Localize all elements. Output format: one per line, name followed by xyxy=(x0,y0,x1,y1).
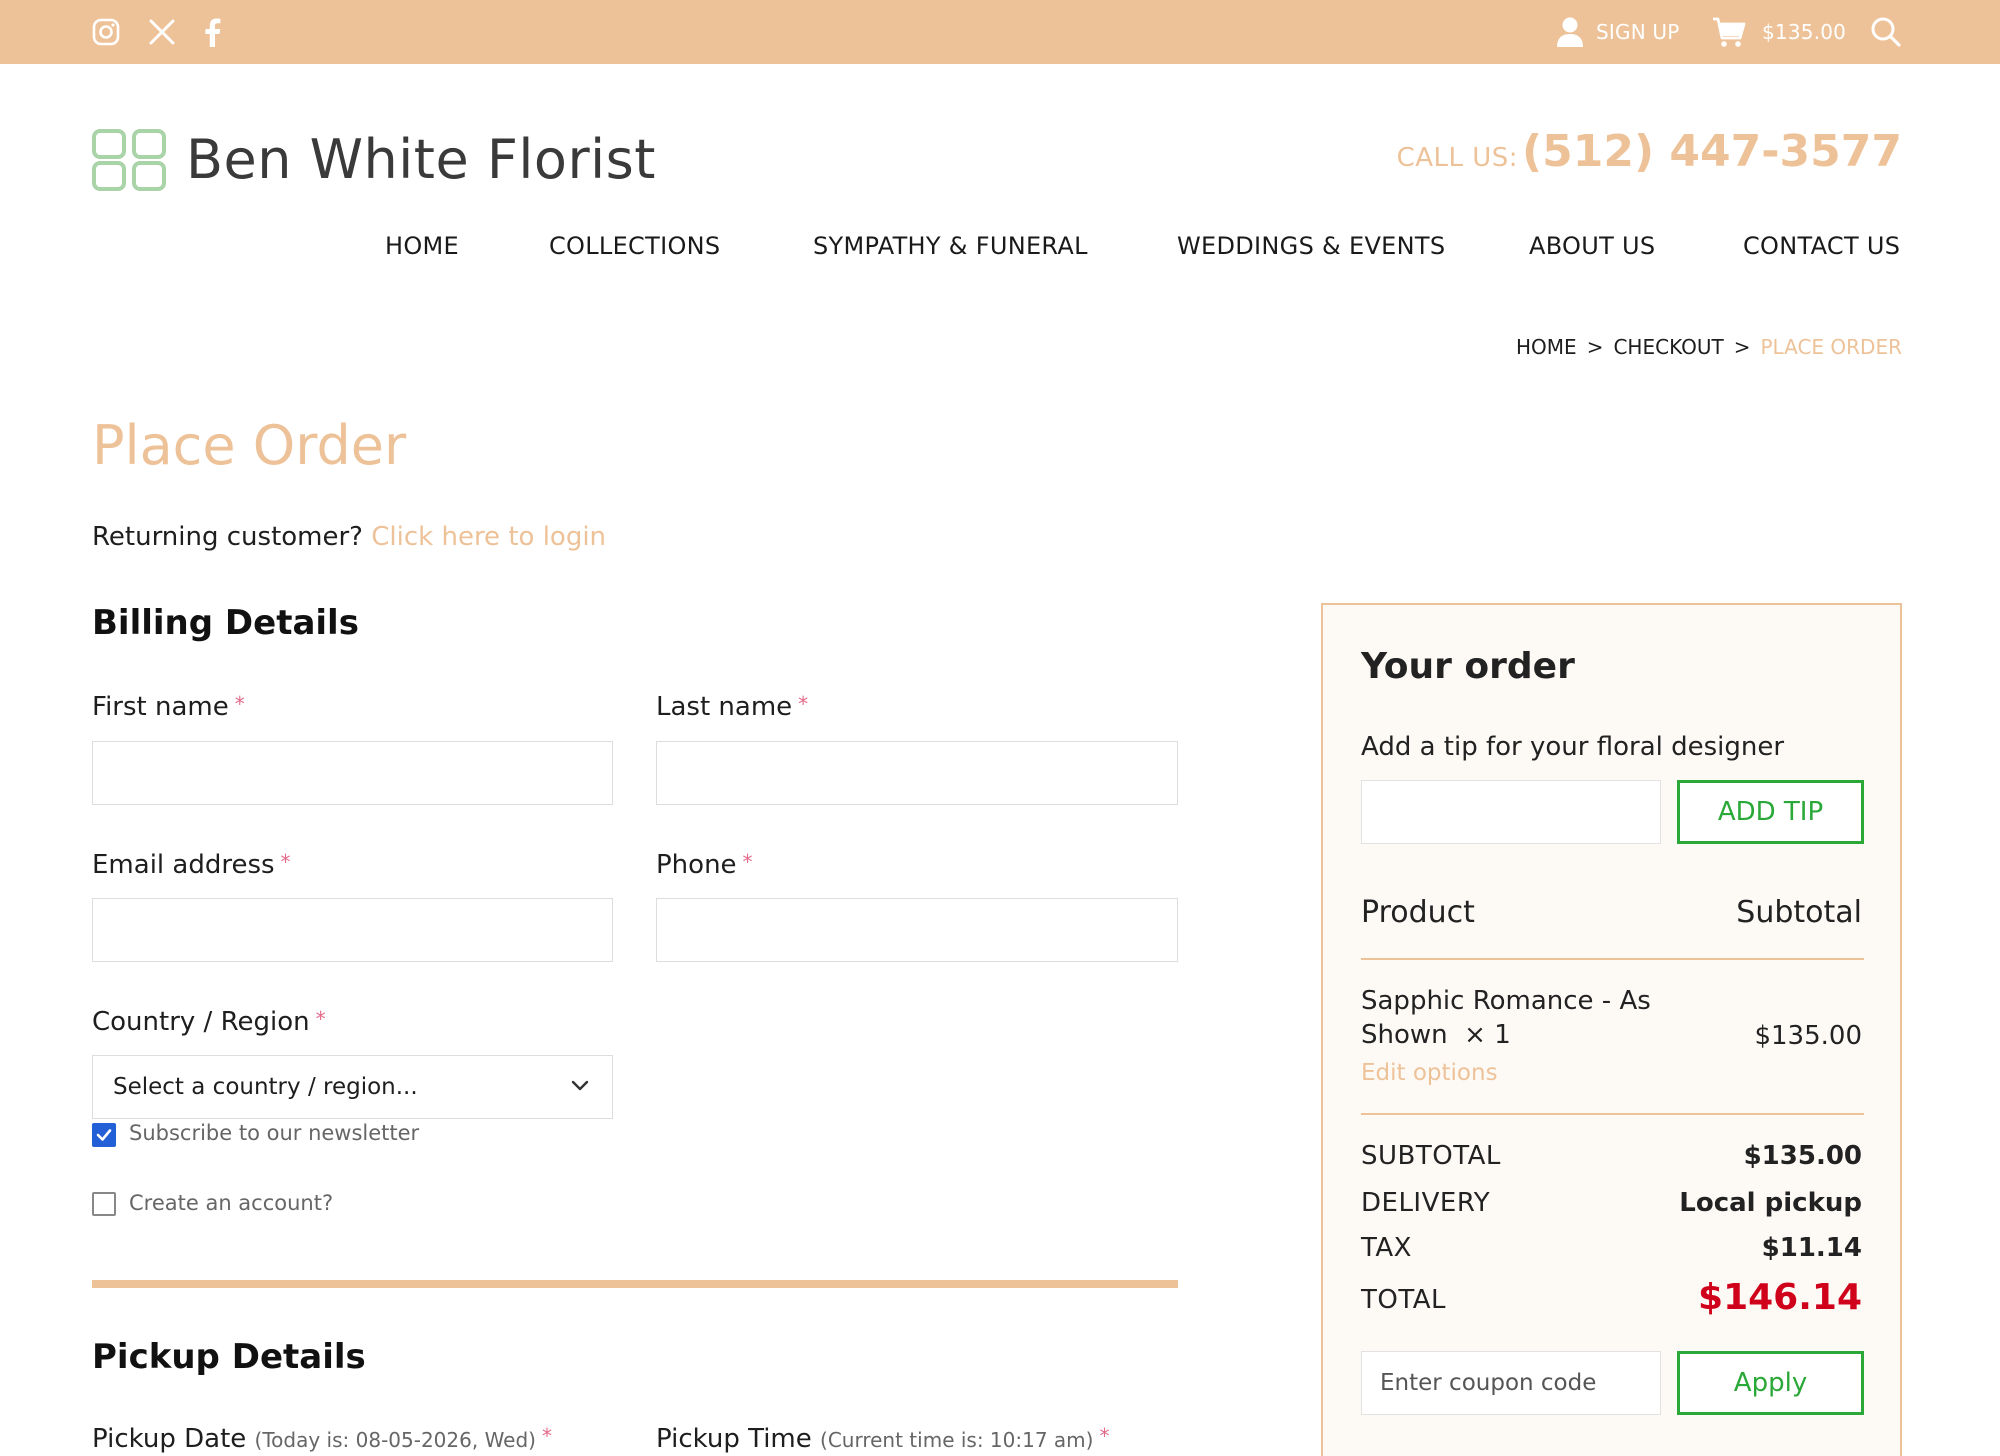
page-title: Place Order xyxy=(92,414,407,477)
tip-label: Add a tip for your floral designer xyxy=(1361,732,1785,762)
required-mark: * xyxy=(541,1424,552,1448)
pickup-date-label: Pickup Date (Today is: 08-05-2026, Wed) * xyxy=(92,1424,552,1454)
pickup-time-label-text: Pickup Time xyxy=(656,1424,812,1454)
nav-about-us[interactable]: ABOUT US xyxy=(1529,232,1655,260)
subtotal-column-header: Subtotal xyxy=(1736,895,1862,930)
sign-up-label: SIGN UP xyxy=(1596,20,1680,44)
pickup-time-label: Pickup Time (Current time is: 10:17 am) * xyxy=(656,1424,1109,1454)
required-mark: * xyxy=(280,850,291,874)
product-column-header: Product xyxy=(1361,895,1475,930)
email-input[interactable] xyxy=(92,898,613,962)
pickup-date-hint: (Today is: 08-05-2026, Wed) xyxy=(254,1428,536,1452)
breadcrumb-checkout[interactable]: CHECKOUT xyxy=(1613,335,1723,359)
required-mark: * xyxy=(742,850,753,874)
tax-value: $11.14 xyxy=(1761,1233,1862,1263)
pickup-time-hint: (Current time is: 10:17 am) xyxy=(820,1428,1094,1452)
required-mark: * xyxy=(1099,1424,1110,1448)
login-link[interactable]: Click here to login xyxy=(371,522,606,552)
chevron-down-icon xyxy=(570,1078,590,1097)
newsletter-checkbox[interactable] xyxy=(92,1123,116,1147)
tip-input[interactable] xyxy=(1361,780,1661,844)
top-bar: SIGN UP $135.00 xyxy=(0,0,2000,64)
call-us: CALL US:(512) 447-3577 xyxy=(1397,126,1902,177)
check-icon xyxy=(96,1129,112,1141)
phone-label: Phone * xyxy=(656,850,753,880)
create-account-label[interactable]: Create an account? xyxy=(129,1191,333,1215)
breadcrumb-current: PLACE ORDER xyxy=(1760,335,1902,359)
phone-label-text: Phone xyxy=(656,850,737,880)
order-divider xyxy=(1361,958,1864,960)
required-mark: * xyxy=(315,1007,326,1031)
phone-input[interactable] xyxy=(656,898,1178,962)
last-name-label-text: Last name xyxy=(656,692,793,722)
delivery-label: DELIVERY xyxy=(1361,1188,1491,1218)
tax-label: TAX xyxy=(1361,1233,1412,1263)
add-tip-button[interactable]: ADD TIP xyxy=(1677,780,1864,844)
search-icon[interactable] xyxy=(1870,0,1902,64)
total-label: TOTAL xyxy=(1361,1285,1446,1315)
breadcrumb-home[interactable]: HOME xyxy=(1516,335,1577,359)
breadcrumb-separator: > xyxy=(1733,335,1751,359)
section-divider xyxy=(92,1280,1178,1288)
phone-number[interactable]: (512) 447-3577 xyxy=(1522,126,1902,177)
subtotal-label: SUBTOTAL xyxy=(1361,1141,1501,1171)
nav-weddings-events[interactable]: WEDDINGS & EVENTS xyxy=(1177,232,1445,260)
required-mark: * xyxy=(234,692,245,716)
returning-text: Returning customer? xyxy=(92,522,363,552)
nav-sympathy-funeral[interactable]: SYMPATHY & FUNERAL xyxy=(813,232,1088,260)
delivery-value: Local pickup xyxy=(1679,1188,1862,1218)
country-label: Country / Region * xyxy=(92,1007,326,1037)
last-name-label: Last name * xyxy=(656,692,808,722)
product-name: Sapphic Romance - As Shown × 1 xyxy=(1361,984,1681,1052)
first-name-label-text: First name xyxy=(92,692,229,722)
returning-customer: Returning customer? Click here to login xyxy=(92,522,606,552)
pickup-title: Pickup Details xyxy=(92,1337,366,1377)
order-title: Your order xyxy=(1361,646,1575,687)
coupon-input[interactable]: Enter coupon code xyxy=(1361,1351,1661,1415)
cart-link[interactable]: $135.00 xyxy=(1712,0,1846,64)
email-label: Email address * xyxy=(92,850,291,880)
logo-icon[interactable] xyxy=(92,129,166,191)
nav-collections[interactable]: COLLECTIONS xyxy=(549,232,720,260)
order-summary: Your order Add a tip for your floral des… xyxy=(1321,603,1902,1456)
apply-coupon-button[interactable]: Apply xyxy=(1677,1351,1864,1415)
email-label-text: Email address xyxy=(92,850,275,880)
total-value: $146.14 xyxy=(1698,1277,1862,1318)
billing-title: Billing Details xyxy=(92,603,359,643)
cart-icon xyxy=(1712,16,1746,48)
last-name-input[interactable] xyxy=(656,741,1178,805)
cart-total: $135.00 xyxy=(1762,20,1847,44)
subtotal-value: $135.00 xyxy=(1743,1141,1862,1171)
sign-up-link[interactable]: SIGN UP xyxy=(1556,0,1680,64)
instagram-icon[interactable] xyxy=(92,0,120,64)
facebook-icon[interactable] xyxy=(202,0,222,64)
pickup-date-label-text: Pickup Date xyxy=(92,1424,247,1454)
edit-options-link[interactable]: Edit options xyxy=(1361,1060,1498,1086)
country-label-text: Country / Region xyxy=(92,1007,310,1037)
user-icon xyxy=(1556,16,1584,48)
newsletter-label[interactable]: Subscribe to our newsletter xyxy=(129,1121,419,1145)
nav-home[interactable]: HOME xyxy=(385,232,459,260)
breadcrumb-separator: > xyxy=(1586,335,1604,359)
order-divider xyxy=(1361,1113,1864,1115)
first-name-label: First name * xyxy=(92,692,245,722)
create-account-checkbox[interactable] xyxy=(92,1192,116,1216)
call-us-label: CALL US: xyxy=(1396,143,1519,173)
required-mark: * xyxy=(798,692,809,716)
product-price: $135.00 xyxy=(1754,1021,1862,1051)
nav-contact-us[interactable]: CONTACT US xyxy=(1743,232,1900,260)
product-qty: × 1 xyxy=(1464,1020,1511,1050)
brand-name[interactable]: Ben White Florist xyxy=(186,128,656,191)
first-name-input[interactable] xyxy=(92,741,613,805)
country-select-value: Select a country / region... xyxy=(113,1074,418,1100)
coupon-placeholder: Enter coupon code xyxy=(1380,1370,1597,1396)
breadcrumb: HOME > CHECKOUT > PLACE ORDER xyxy=(1516,335,1902,359)
x-icon[interactable] xyxy=(148,0,176,64)
country-select[interactable]: Select a country / region... xyxy=(92,1055,613,1119)
